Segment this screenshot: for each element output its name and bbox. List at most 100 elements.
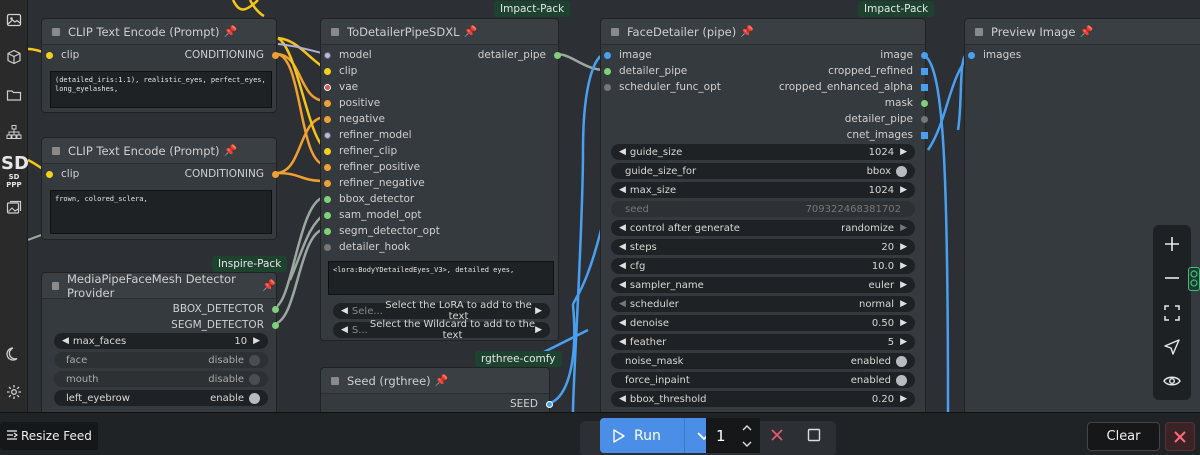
face-detailer-pipe-node[interactable]: FaceDetailer (pipe) 📌 image detailer_pip… bbox=[600, 18, 928, 412]
increment-chevron-up-icon[interactable] bbox=[740, 419, 754, 435]
widget-sampler-name[interactable]: ◀ sampler_name euler ▶ bbox=[611, 277, 915, 293]
toggle-visibility-eye-icon[interactable] bbox=[1153, 367, 1191, 395]
pin-icon[interactable]: 📌 bbox=[1079, 25, 1093, 38]
widget-guide-size-for[interactable]: guide_size_for bbox bbox=[611, 163, 915, 179]
input-slot-refiner-negative[interactable]: refiner_negative bbox=[324, 175, 425, 191]
increment-arrow-icon[interactable]: ▶ bbox=[900, 261, 907, 271]
moon-icon[interactable] bbox=[2, 342, 26, 366]
zoom-out-icon[interactable] bbox=[1153, 264, 1191, 292]
collapse-dot[interactable] bbox=[331, 376, 339, 385]
toggle-knob[interactable] bbox=[896, 374, 907, 386]
prompt-textarea[interactable]: (detailed_iris:1.1), realistic_eyes, per… bbox=[50, 71, 272, 108]
input-slot-clip[interactable]: clip bbox=[46, 47, 79, 63]
toggle-knob[interactable] bbox=[896, 165, 907, 177]
output-slot-cropped-refined[interactable]: cropped_refined bbox=[828, 63, 928, 79]
cube-icon[interactable] bbox=[2, 45, 26, 69]
resize-feed-button[interactable]: Resize Feed bbox=[0, 422, 98, 450]
decrement-arrow-icon[interactable]: ◀ bbox=[619, 261, 626, 271]
input-slot-model[interactable]: model bbox=[324, 47, 372, 63]
output-slot-detailer-pipe[interactable]: detailer_pipe bbox=[845, 111, 928, 127]
toggle-left-eyebrow[interactable]: left_eyebrow enable bbox=[54, 390, 268, 406]
toggle-mouth[interactable]: mouth disable bbox=[54, 371, 268, 387]
node-title-bar[interactable]: Preview Image 📌 bbox=[965, 19, 1200, 45]
increment-arrow-icon[interactable]: ▶ bbox=[900, 299, 907, 309]
output-slot-conditioning[interactable]: CONDITIONING bbox=[185, 166, 279, 182]
select-wildcard-button[interactable]: ◀ S... Select the Wildcard to add to the t… bbox=[333, 319, 550, 341]
node-title-bar[interactable]: ToDetailerPipeSDXL 📌 bbox=[321, 19, 558, 45]
widget-force-inpaint[interactable]: force_inpaint enabled bbox=[611, 372, 915, 388]
input-slot-detailer-hook[interactable]: detailer_hook bbox=[324, 239, 410, 255]
select-lora-button[interactable]: ◀ Sele... Select the LoRA to add to the te… bbox=[333, 300, 550, 322]
pin-icon[interactable]: 📌 bbox=[224, 25, 238, 38]
node-title-bar[interactable]: Seed (rgthree) 📌 bbox=[321, 368, 549, 394]
increment-arrow-icon[interactable]: ▶ bbox=[900, 337, 907, 347]
input-slot-scheduler-func-opt[interactable]: scheduler_func_opt bbox=[604, 79, 721, 95]
image-icon[interactable] bbox=[2, 8, 26, 32]
input-slot-clip[interactable]: clip bbox=[46, 166, 79, 182]
collapse-dot[interactable] bbox=[331, 27, 339, 36]
collapse-dot[interactable] bbox=[52, 281, 59, 290]
widget-max-size[interactable]: ◀ max_size 1024 ▶ bbox=[611, 182, 915, 198]
increment-arrow-icon[interactable]: ▶ bbox=[900, 242, 907, 252]
widget-noise-mask[interactable]: noise_mask enabled bbox=[611, 353, 915, 369]
input-slot-images[interactable]: images bbox=[968, 47, 1021, 63]
prompt-textarea[interactable]: frown, colored_sclera, bbox=[50, 190, 272, 234]
clip-text-encode-node-1[interactable]: CLIP Text Encode (Prompt) 📌 clip CONDITI… bbox=[41, 18, 279, 113]
pin-icon[interactable]: 📌 bbox=[740, 25, 754, 38]
widget-control-after-generate[interactable]: ◀ control after generate randomize ▶ bbox=[611, 220, 915, 236]
minimap-toggle-icon[interactable] bbox=[1188, 267, 1200, 291]
node-title-bar[interactable]: FaceDetailer (pipe) 📌 bbox=[601, 19, 925, 45]
input-slot-positive[interactable]: positive bbox=[324, 95, 380, 111]
increment-arrow-icon[interactable]: ▶ bbox=[900, 223, 907, 233]
output-slot-bbox-detector[interactable]: BBOX_DETECTOR bbox=[173, 301, 279, 317]
input-slot-vae[interactable]: vae bbox=[324, 79, 358, 95]
select-pointer-icon[interactable] bbox=[1153, 333, 1191, 361]
mediapipe-detector-node[interactable]: MediaPipeFaceMesh Detector Provider 📌 BB… bbox=[41, 272, 279, 412]
widget-bbox-threshold[interactable]: ◀ bbox_threshold 0.20 ▶ bbox=[611, 391, 915, 407]
widget-max-faces[interactable]: ◀ max_faces 10 ▶ bbox=[54, 333, 268, 349]
decrement-arrow-icon[interactable]: ◀ bbox=[619, 147, 626, 157]
clip-text-encode-node-2[interactable]: CLIP Text Encode (Prompt) 📌 clip CONDITI… bbox=[41, 137, 279, 240]
folder-icon[interactable] bbox=[2, 83, 26, 107]
input-slot-segm-detector-opt[interactable]: segm_detector_opt bbox=[324, 223, 440, 239]
input-slot-image[interactable]: image bbox=[604, 47, 652, 63]
input-slot-clip[interactable]: clip bbox=[324, 63, 357, 79]
toggle-knob[interactable] bbox=[249, 354, 260, 366]
increment-arrow-icon[interactable]: ▶ bbox=[253, 336, 260, 346]
increment-arrow-icon[interactable]: ▶ bbox=[900, 185, 907, 195]
decrement-arrow-icon[interactable]: ◀ bbox=[619, 299, 626, 309]
clear-button[interactable]: Clear bbox=[1087, 422, 1160, 451]
to-detailer-pipe-sdxl-node[interactable]: ToDetailerPipeSDXL 📌 model clip vae posi… bbox=[320, 18, 561, 341]
increment-arrow-icon[interactable]: ▶ bbox=[900, 394, 907, 404]
output-slot-conditioning[interactable]: CONDITIONING bbox=[185, 47, 279, 63]
widget-denoise[interactable]: ◀ denoise 0.50 ▶ bbox=[611, 315, 915, 331]
sd-ppp-logo[interactable]: SD SD PPP bbox=[1, 155, 29, 190]
output-slot-mask[interactable]: mask bbox=[885, 95, 928, 111]
fit-view-icon[interactable] bbox=[1153, 299, 1191, 327]
toggle-knob[interactable] bbox=[249, 392, 260, 404]
cancel-run-x-icon[interactable] bbox=[766, 424, 788, 446]
node-tree-icon[interactable] bbox=[2, 120, 26, 144]
input-slot-refiner-model[interactable]: refiner_model bbox=[324, 127, 412, 143]
widget-scheduler[interactable]: ◀ scheduler normal ▶ bbox=[611, 296, 915, 312]
widget-seed[interactable]: seed 709322468381702 bbox=[611, 201, 915, 217]
increment-arrow-icon[interactable]: ▶ bbox=[900, 147, 907, 157]
widget-feather[interactable]: ◀ feather 5 ▶ bbox=[611, 334, 915, 350]
pin-icon[interactable]: 📌 bbox=[435, 374, 449, 387]
increment-arrow-icon[interactable]: ▶ bbox=[535, 325, 542, 335]
decrement-arrow-icon[interactable]: ◀ bbox=[619, 280, 626, 290]
decrement-arrow-icon[interactable]: ◀ bbox=[341, 306, 348, 316]
wildcard-textarea[interactable]: <lora:BodyYDetailedEyes_V3>, detailed ey… bbox=[328, 261, 554, 295]
output-slot-seed[interactable]: SEED bbox=[510, 396, 553, 412]
output-slot-segm-detector[interactable]: SEGM_DETECTOR bbox=[171, 317, 279, 333]
decrement-arrow-icon[interactable]: ◀ bbox=[619, 337, 626, 347]
node-canvas[interactable]: Impact-Pack Impact-Pack Inspire-Pack rgt… bbox=[28, 0, 1200, 412]
seed-rgthree-node[interactable]: Seed (rgthree) 📌 SEED bbox=[320, 367, 553, 412]
input-slot-refiner-positive[interactable]: refiner_positive bbox=[324, 159, 420, 175]
decrement-arrow-icon[interactable]: ◀ bbox=[341, 325, 348, 335]
increment-arrow-icon[interactable]: ▶ bbox=[900, 280, 907, 290]
node-title-bar[interactable]: MediaPipeFaceMesh Detector Provider 📌 bbox=[42, 272, 276, 300]
toggle-knob[interactable] bbox=[249, 373, 260, 385]
pin-icon[interactable]: 📌 bbox=[262, 279, 276, 292]
run-button[interactable]: Run bbox=[600, 418, 684, 453]
